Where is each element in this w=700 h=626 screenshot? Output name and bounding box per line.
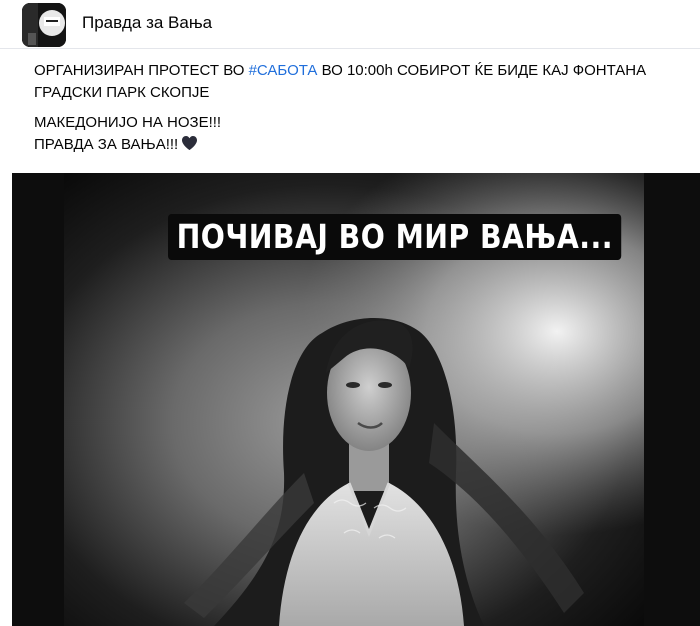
post-photo[interactable]: ПОЧИВАЈ ВО МИР ВАЊА... — [12, 173, 700, 626]
caption-text: ОРГАНИЗИРАН ПРОТЕСТ ВО — [34, 62, 249, 79]
hashtag-link[interactable]: #САБОТА — [249, 62, 318, 79]
post-caption: ОРГАНИЗИРАН ПРОТЕСТ ВО #САБОТА ВО 10:00h… — [34, 60, 674, 166]
caption-text: ПРАВДА ЗА ВАЊА!!! — [34, 136, 179, 153]
caption-text: МАКЕДОНИЈО НА НОЗЕ!!! — [34, 114, 222, 131]
page-name-link[interactable]: Правда за Вања — [82, 13, 212, 33]
memorial-image: ПОЧИВАЈ ВО МИР ВАЊА... — [64, 173, 644, 626]
avatar-image-icon — [22, 3, 66, 47]
page-avatar[interactable] — [22, 3, 66, 47]
facebook-post: Правда за Вања ОРГАНИЗИРАН ПРОТЕСТ ВО #С… — [0, 0, 700, 626]
post-header: Правда за Вања — [0, 0, 700, 49]
memorial-caption: ПОЧИВАЈ ВО МИР ВАЊА... — [168, 214, 622, 260]
black-heart-icon — [181, 135, 198, 158]
caption-line-protest: ОРГАНИЗИРАН ПРОТЕСТ ВО #САБОТА ВО 10:00h… — [34, 60, 674, 104]
caption-line-slogans: МАКЕДОНИЈО НА НОЗЕ!!! ПРАВДА ЗА ВАЊА!!! — [34, 112, 674, 158]
